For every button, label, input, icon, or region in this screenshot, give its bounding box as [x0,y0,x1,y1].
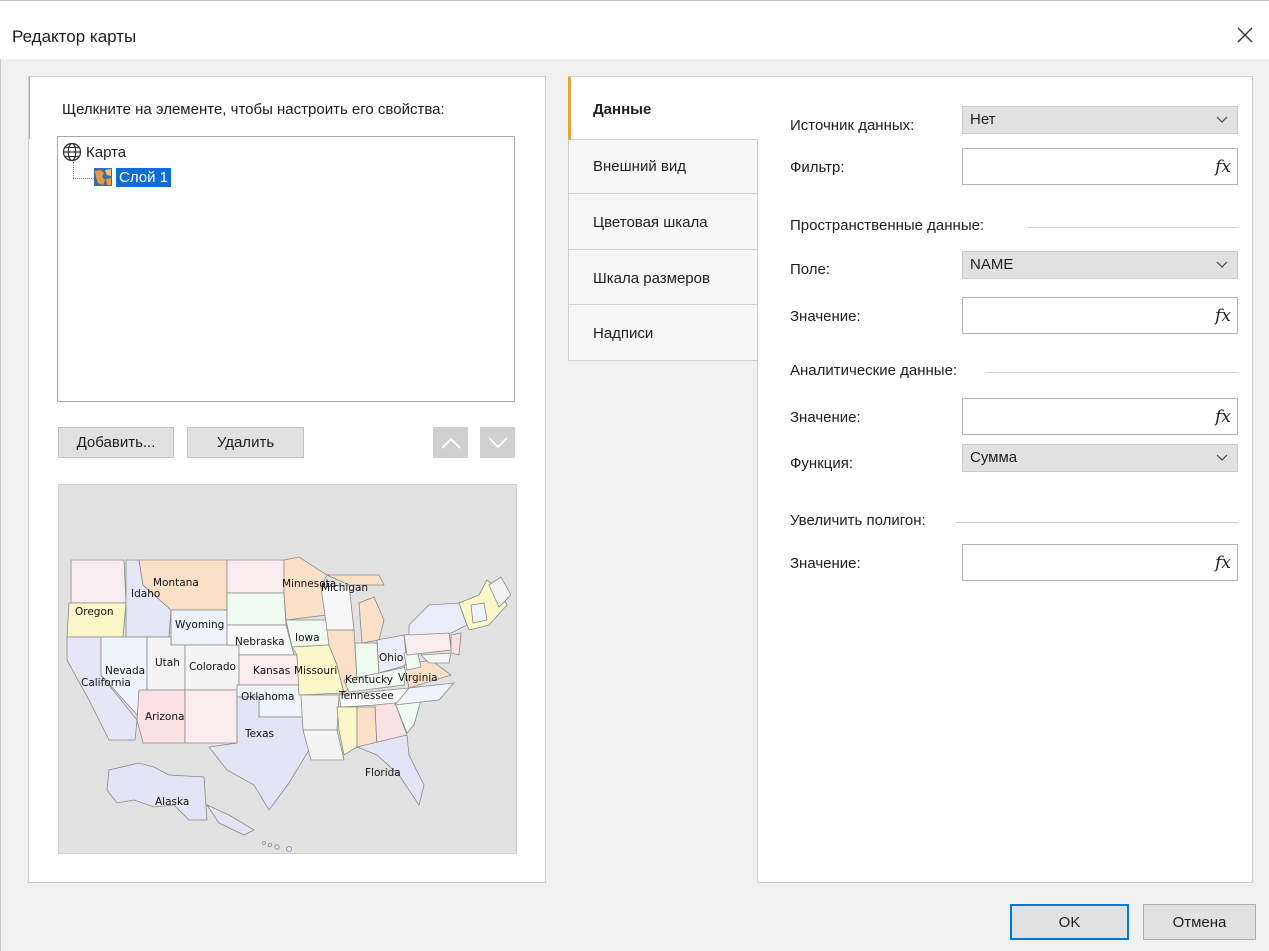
properties-panel: Источник данных: Нет Фильтр: fx Простран… [757,76,1253,883]
close-button[interactable] [1229,19,1261,51]
tree-item-layer[interactable]: Слой 1 [93,166,171,188]
tab-size-scale[interactable]: Шкала размеров [568,249,757,305]
section-divider [1028,227,1238,228]
map-label: Virginia [398,672,438,684]
tab-label: Надписи [593,325,654,342]
polygon-value-field[interactable]: fx [962,544,1238,581]
tab-accent [568,77,571,140]
tab-label: Цветовая шкала [593,214,708,231]
tab-color-scale[interactable]: Цветовая шкала [568,193,757,250]
analytic-value-field[interactable]: fx [962,398,1238,435]
map-label: Iowa [295,632,320,644]
add-button[interactable]: Добавить... [58,427,174,458]
tree-item-map[interactable]: Карта [62,141,126,163]
map-label: Missouri [294,665,337,677]
section-divider [986,372,1238,373]
map-layer-icon [94,168,112,186]
tree-item-label: Слой 1 [116,167,171,187]
delete-button[interactable]: Удалить [187,427,304,458]
map-label: Michigan [321,582,368,594]
analytic-value-label: Значение: [790,409,861,426]
map-label: Wyoming [175,619,224,631]
map-label: Tennessee [338,690,394,702]
expression-editor-button[interactable]: fx [1215,553,1231,573]
spatial-value-label: Значение: [790,308,861,325]
section-divider [956,522,1238,523]
source-select[interactable]: Нет [962,106,1238,134]
chevron-down-icon [1216,116,1228,123]
move-down-button[interactable] [480,427,515,458]
source-value: Нет [970,111,996,128]
tree-connector [73,178,92,179]
map-label: Ohio [379,652,403,664]
polygon-value-label: Значение: [790,555,861,572]
field-label: Поле: [790,261,831,278]
expression-editor-button[interactable]: fx [1215,306,1231,326]
title-bar: Редактор карты [0,0,1269,59]
spatial-section-title: Пространственные данные: [790,217,985,234]
close-icon [1237,27,1253,43]
tab-label: Внешний вид [593,158,686,175]
globe-icon [62,142,82,162]
map-label: Kansas [253,665,290,677]
map-preview: Montana Idaho Oregon Wyoming Minnesota M… [58,484,517,854]
move-up-button[interactable] [433,427,468,458]
map-label: Kentucky [345,674,393,686]
ok-button[interactable]: OK [1010,904,1129,940]
tree-connector [73,162,74,178]
map-label: Texas [244,728,274,740]
function-value: Сумма [970,449,1018,466]
map-label: Oklahoma [241,691,294,703]
chevron-down-icon [1216,261,1228,268]
chevron-down-icon [1216,454,1228,461]
tree-item-label: Карта [86,143,127,161]
element-tree[interactable]: Карта Слой 1 [57,136,515,402]
tab-labels[interactable]: Надписи [568,304,757,361]
expression-editor-button[interactable]: fx [1215,407,1231,427]
us-map-image: Montana Idaho Oregon Wyoming Minnesota M… [66,556,512,852]
function-select[interactable]: Сумма [962,444,1238,472]
window-edge [0,59,1,951]
map-label: Florida [365,767,401,779]
map-label: Nebraska [235,636,285,648]
filter-label: Фильтр: [790,159,845,176]
tab-data[interactable]: Данные [568,76,758,140]
map-label: Nevada [105,665,145,677]
map-label: Oregon [75,606,114,618]
map-label: Alaska [155,796,189,808]
tab-label: Данные [593,101,652,118]
function-label: Функция: [790,455,854,472]
panel-accent [29,77,30,139]
chevron-down-icon [487,436,508,448]
field-select[interactable]: NAME [962,251,1238,279]
map-label: Arizona [145,711,184,723]
filter-expression-field[interactable]: fx [962,148,1238,185]
analytic-section-title: Аналитические данные: [790,362,958,379]
tab-appearance[interactable]: Внешний вид [568,139,757,194]
source-label: Источник данных: [790,117,915,134]
map-label: Idaho [131,588,160,600]
field-value: NAME [970,256,1014,273]
instruction-text: Щелкните на элементе, чтобы настроить ег… [62,101,445,118]
window-title: Редактор карты [12,27,137,46]
map-label: Utah [155,657,180,669]
map-label: Colorado [189,661,236,673]
spatial-value-field[interactable]: fx [962,297,1238,334]
chevron-up-icon [440,437,461,449]
tab-label: Шкала размеров [593,270,710,287]
cancel-button[interactable]: Отмена [1143,904,1256,940]
expression-editor-button[interactable]: fx [1215,157,1231,177]
map-label: California [81,677,131,689]
polygon-section-title: Увеличить полигон: [790,512,926,529]
elements-panel: Щелкните на элементе, чтобы настроить ег… [28,76,546,883]
